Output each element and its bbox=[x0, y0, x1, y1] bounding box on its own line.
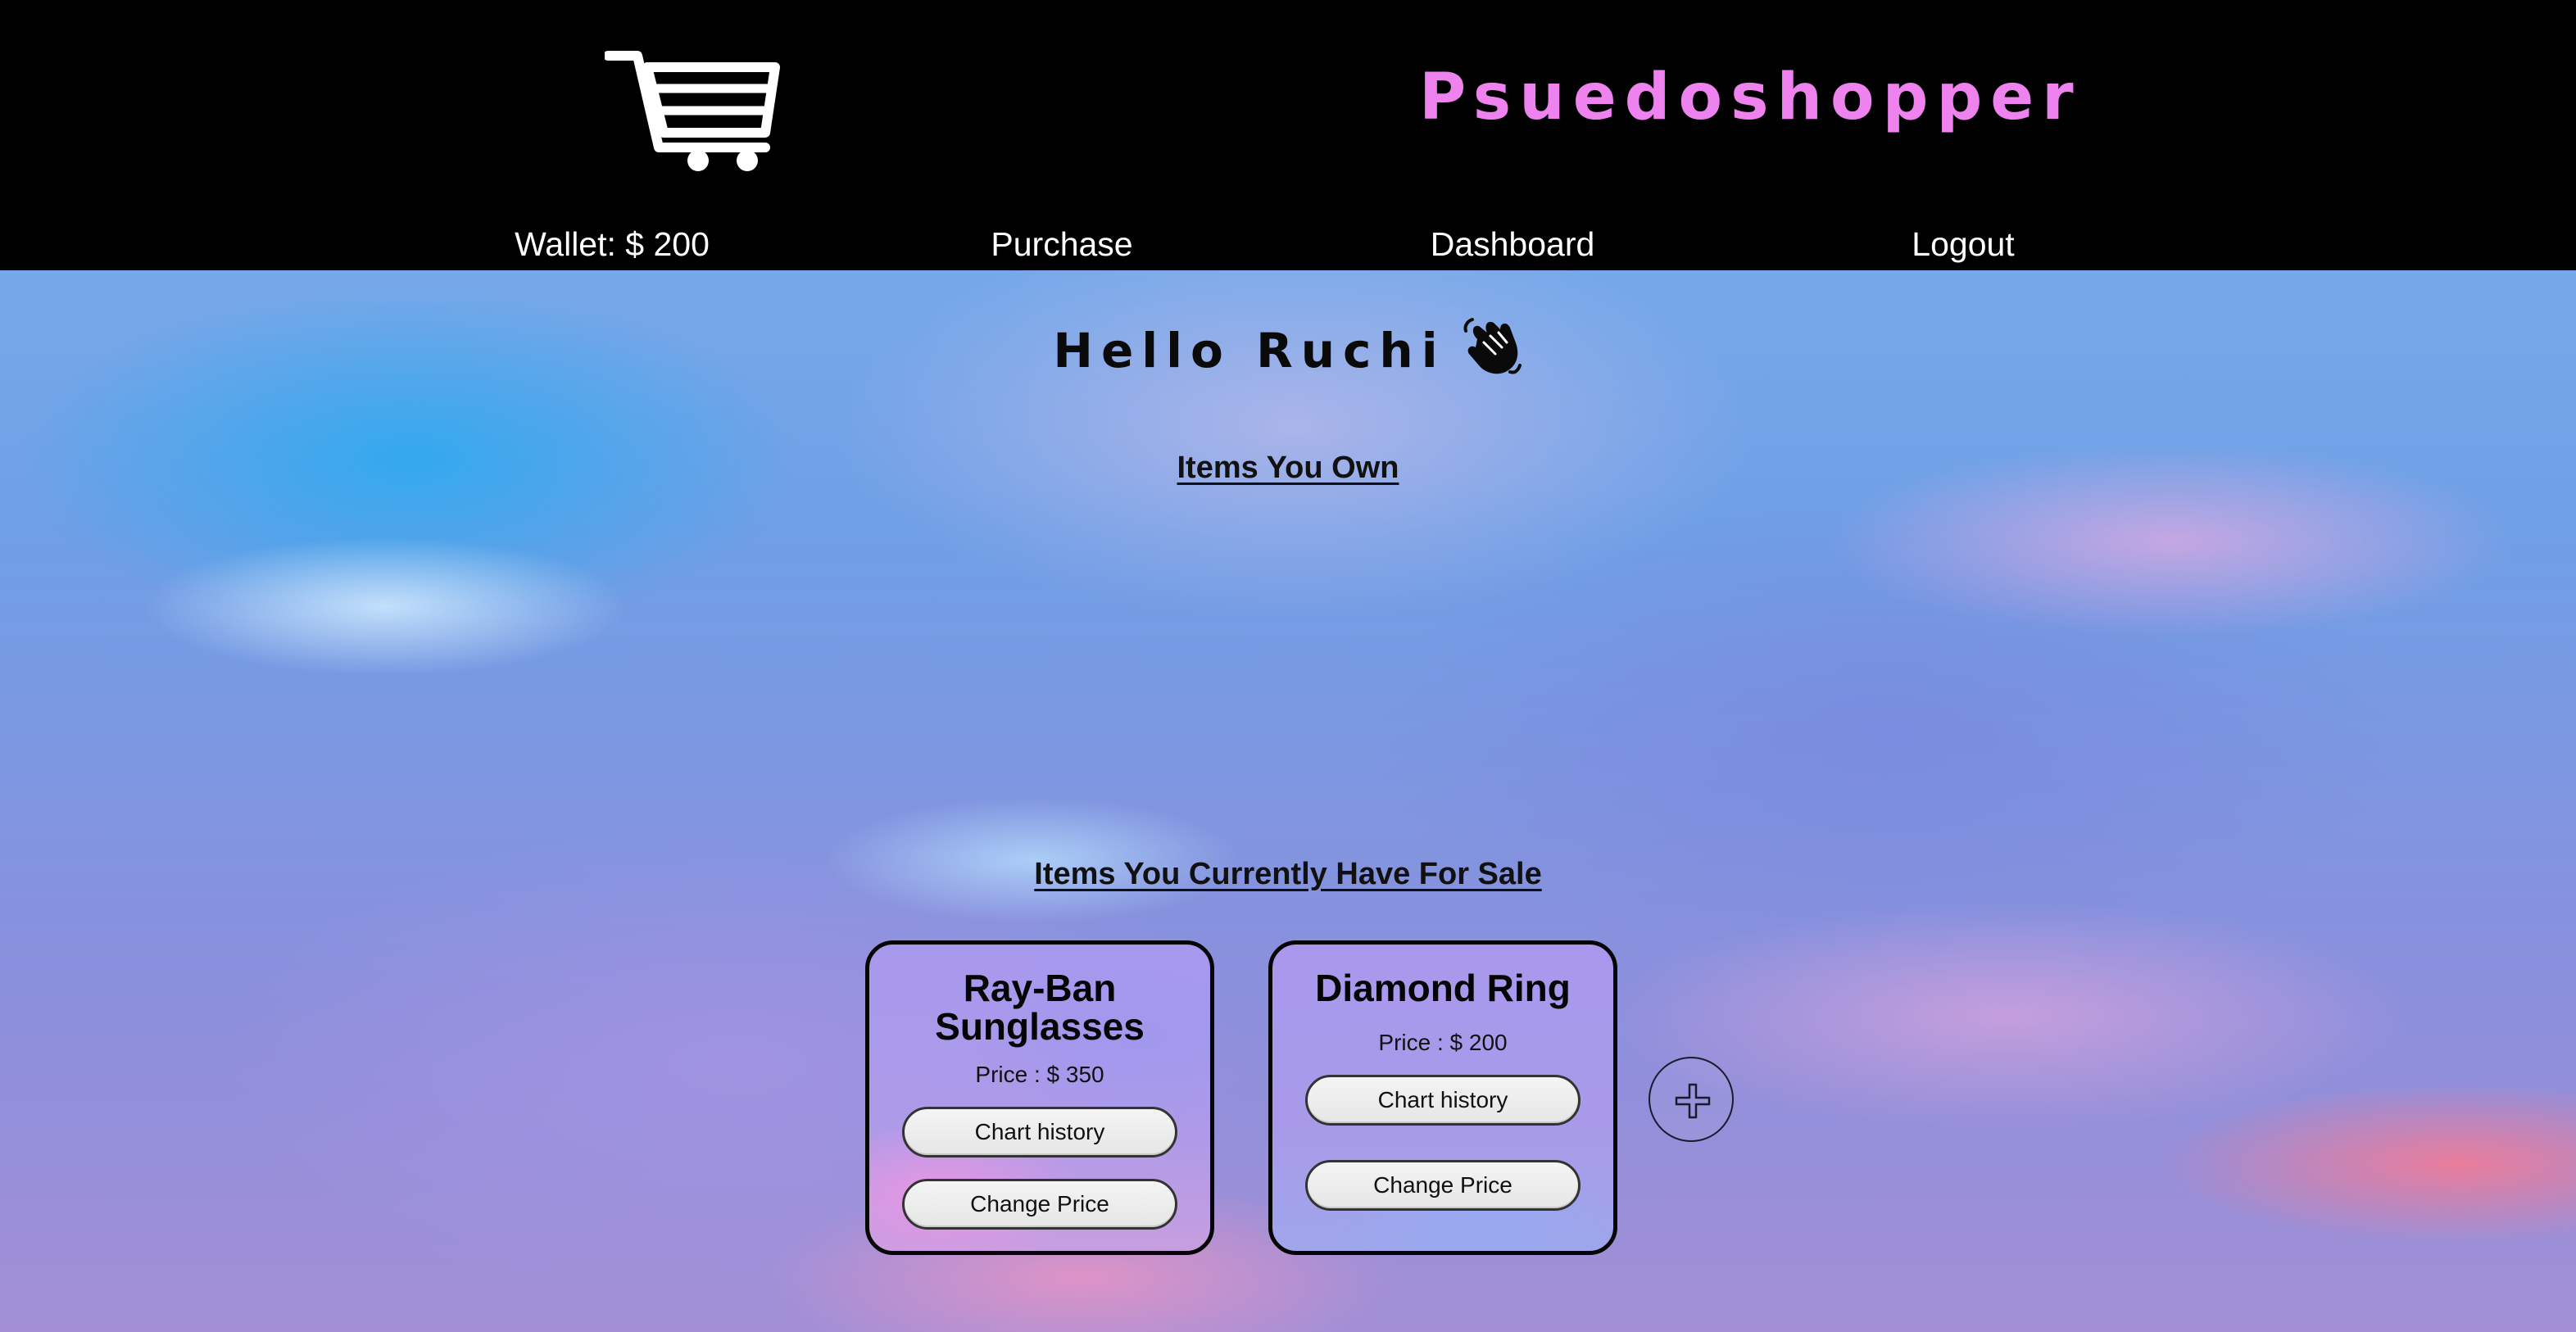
shopping-cart-icon[interactable] bbox=[605, 48, 783, 172]
nav-logout-link[interactable]: Logout bbox=[1912, 220, 2014, 269]
nav-purchase-link[interactable]: Purchase bbox=[991, 220, 1132, 269]
nav-dashboard-link[interactable]: Dashboard bbox=[1431, 220, 1595, 269]
owned-items-list bbox=[819, 508, 1757, 836]
chart-history-button[interactable]: Chart history bbox=[902, 1107, 1177, 1158]
plus-icon bbox=[1675, 1083, 1711, 1119]
add-item-button[interactable] bbox=[1649, 1057, 1734, 1142]
sale-item-card: Diamond Ring Price : $ 200 Chart history… bbox=[1268, 940, 1617, 1255]
sale-item-card: Ray-Ban Sunglasses Price : $ 350 Chart h… bbox=[865, 940, 1214, 1255]
change-price-button[interactable]: Change Price bbox=[902, 1179, 1177, 1230]
sale-items-title: Items You Currently Have For Sale bbox=[1034, 857, 1542, 891]
item-name: Ray-Ban Sunglasses bbox=[935, 967, 1145, 1048]
header-bar: Psuedoshopper Wallet: $ 200 Purchase Das… bbox=[0, 0, 2576, 270]
chart-history-button[interactable]: Chart history bbox=[1305, 1075, 1581, 1126]
greeting-heading: Hello Ruchi bbox=[0, 315, 2576, 383]
waving-hand-icon bbox=[1463, 318, 1522, 374]
item-price: Price : $ 200 bbox=[1378, 1030, 1508, 1055]
item-price: Price : $ 350 bbox=[975, 1062, 1104, 1087]
owned-items-title: Items You Own bbox=[1177, 451, 1399, 485]
greeting-text: Hello Ruchi bbox=[1053, 323, 1446, 378]
item-name: Diamond Ring bbox=[1315, 967, 1571, 1009]
brand-title: Psuedoshopper bbox=[1419, 61, 2082, 134]
nav-wallet: Wallet: $ 200 bbox=[515, 225, 710, 263]
nav-bar: Wallet: $ 200 Purchase Dashboard Logout bbox=[0, 220, 2576, 269]
change-price-button[interactable]: Change Price bbox=[1305, 1160, 1581, 1211]
